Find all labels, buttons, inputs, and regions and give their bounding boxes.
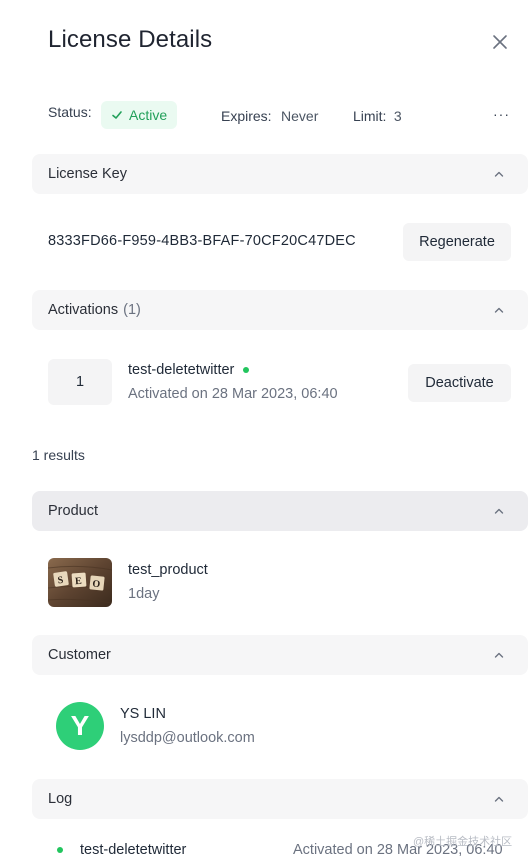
activations-count: (1)	[123, 302, 141, 318]
product-name[interactable]: test_product	[128, 562, 208, 578]
check-icon	[112, 111, 122, 119]
close-icon	[493, 35, 507, 49]
customer-name[interactable]: YS LIN	[120, 706, 166, 722]
activations-section-header[interactable]: Activations (1)	[32, 290, 528, 330]
log-status-dot	[57, 847, 63, 853]
chevron-up-icon	[494, 171, 504, 177]
log-section-header[interactable]: Log	[32, 779, 528, 819]
close-button[interactable]	[489, 31, 511, 53]
license-key-section-header[interactable]: License Key	[32, 154, 528, 194]
activation-date: Activated on 28 Mar 2023, 06:40	[128, 386, 338, 402]
chevron-up-icon	[494, 508, 504, 514]
limit-info: Limit: 3	[353, 108, 402, 126]
chevron-up-icon	[494, 652, 504, 658]
customer-email: lysddp@outlook.com	[120, 730, 255, 746]
expires-value: Never	[281, 108, 319, 124]
license-key-header-label: License Key	[48, 166, 127, 182]
more-options-button[interactable]: ···	[493, 106, 510, 122]
customer-header-label: Customer	[48, 647, 111, 663]
results-count: 1 results	[32, 447, 85, 463]
expires-info: Expires: Never	[221, 108, 318, 126]
activation-index: 1	[48, 359, 112, 405]
status-row: Status:	[48, 104, 92, 120]
customer-section-header[interactable]: Customer	[32, 635, 528, 675]
status-label: Status:	[48, 104, 92, 120]
avatar: Y	[56, 702, 104, 750]
activations-header-label: Activations	[48, 302, 119, 318]
license-key-value: 8333FD66-F959-4BB3-BFAF-70CF20C47DEC	[48, 233, 356, 249]
svg-text:E: E	[75, 576, 83, 587]
product-image: S E O	[48, 558, 112, 607]
regenerate-button[interactable]: Regenerate	[403, 223, 511, 261]
product-header-label: Product	[48, 503, 98, 519]
limit-label: Limit:	[353, 108, 387, 124]
deactivate-button[interactable]: Deactivate	[408, 364, 511, 402]
status-badge: Active	[101, 101, 178, 129]
activation-name-row: test-deletetwitter	[128, 362, 250, 378]
limit-value: 3	[393, 108, 402, 124]
online-status-dot	[243, 367, 250, 373]
log-entry: test-deletetwitter	[57, 842, 186, 858]
activation-name: test-deletetwitter	[128, 362, 235, 378]
log-header-label: Log	[48, 791, 73, 807]
watermark: @稀土掘金技术社区	[413, 836, 513, 848]
expires-label: Expires:	[221, 108, 272, 124]
status-value: Active	[129, 107, 168, 123]
chevron-up-icon	[494, 796, 504, 802]
product-duration: 1day	[128, 586, 160, 602]
page-title: License Details	[48, 26, 213, 53]
chevron-up-icon	[494, 307, 504, 313]
product-section-header[interactable]: Product	[32, 491, 528, 531]
svg-text:O: O	[92, 579, 101, 591]
log-entry-name: test-deletetwitter	[80, 842, 187, 858]
